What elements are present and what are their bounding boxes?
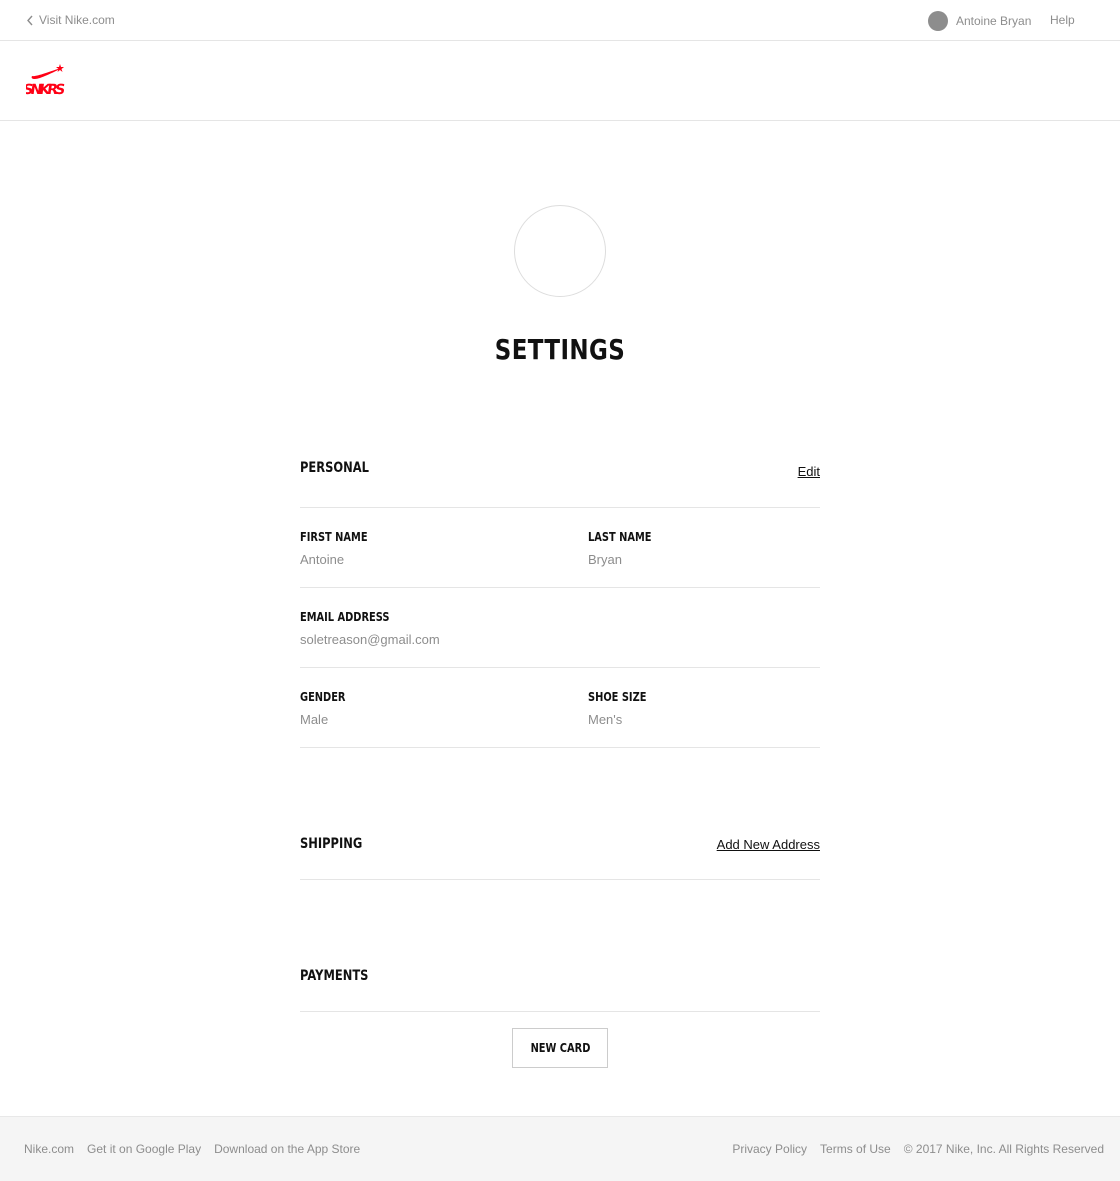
- user-avatar: [928, 11, 948, 31]
- user-menu[interactable]: Antoine Bryan: [928, 11, 1031, 31]
- user-name: Antoine Bryan: [956, 14, 1032, 28]
- last-name-value: Bryan: [588, 552, 622, 567]
- footer-links-left: Nike.com Get it on Google Play Download …: [24, 1142, 360, 1156]
- visit-nike-link[interactable]: Visit Nike.com: [26, 13, 115, 27]
- footer: Nike.com Get it on Google Play Download …: [0, 1116, 1120, 1181]
- personal-header: PERSONAL Edit: [300, 442, 820, 508]
- page-title: SETTINGS: [494, 333, 626, 366]
- gender-field: GENDER Male: [300, 690, 356, 727]
- logo-text: SNKRS: [26, 82, 66, 97]
- footer-link-terms[interactable]: Terms of Use: [820, 1142, 891, 1156]
- shoe-size-value: Men's: [588, 712, 623, 727]
- footer-link-google-play[interactable]: Get it on Google Play: [87, 1142, 201, 1156]
- name-row: FIRST NAME Antoine LAST NAME Bryan: [300, 508, 820, 588]
- last-name-label: LAST NAME: [588, 530, 652, 544]
- email-field: EMAIL ADDRESS soletreason@gmail.com: [300, 610, 440, 647]
- edit-link[interactable]: Edit: [798, 464, 820, 479]
- footer-link-privacy[interactable]: Privacy Policy: [732, 1142, 807, 1156]
- email-label: EMAIL ADDRESS: [300, 610, 390, 624]
- shipping-section: SHIPPING Add New Address: [300, 818, 820, 880]
- shoe-size-label: SHOE SIZE: [588, 690, 647, 704]
- payments-header: PAYMENTS: [300, 950, 820, 1012]
- gender-size-row: GENDER Male SHOE SIZE Men's: [300, 668, 820, 748]
- footer-link-app-store[interactable]: Download on the App Store: [214, 1142, 360, 1156]
- new-card-button[interactable]: NEW CARD: [512, 1028, 608, 1068]
- last-name-field: LAST NAME Bryan: [588, 530, 665, 567]
- footer-links-right: Privacy Policy Terms of Use © 2017 Nike,…: [732, 1142, 1104, 1156]
- email-row: EMAIL ADDRESS soletreason@gmail.com: [300, 588, 820, 668]
- gender-label: GENDER: [300, 690, 346, 704]
- profile-photo[interactable]: [514, 205, 606, 297]
- first-name-label: FIRST NAME: [300, 530, 368, 544]
- footer-link-nike[interactable]: Nike.com: [24, 1142, 74, 1156]
- first-name-value: Antoine: [300, 552, 345, 567]
- personal-section: PERSONAL Edit FIRST NAME Antoine LAST NA…: [300, 442, 820, 748]
- chevron-left-icon: [27, 15, 33, 25]
- shipping-title: SHIPPING: [300, 836, 363, 852]
- snkrs-logo[interactable]: SNKRS: [26, 63, 72, 97]
- payments-section: PAYMENTS: [300, 950, 820, 1012]
- shipping-header: SHIPPING Add New Address: [300, 818, 820, 880]
- add-address-link[interactable]: Add New Address: [717, 837, 820, 852]
- payments-title: PAYMENTS: [300, 968, 369, 984]
- first-name-field: FIRST NAME Antoine: [300, 530, 382, 567]
- new-card-label: NEW CARD: [530, 1041, 590, 1055]
- visit-nike-label: Visit Nike.com: [39, 13, 115, 27]
- help-link[interactable]: Help: [1050, 13, 1075, 27]
- logo-bar: SNKRS: [0, 41, 1120, 121]
- personal-title: PERSONAL: [300, 460, 369, 476]
- email-value: soletreason@gmail.com: [300, 632, 440, 647]
- top-bar: Visit Nike.com Antoine Bryan Help: [0, 0, 1120, 41]
- gender-value: Male: [300, 712, 329, 727]
- footer-copyright: © 2017 Nike, Inc. All Rights Reserved: [903, 1142, 1104, 1156]
- shoe-size-field: SHOE SIZE Men's: [588, 690, 659, 727]
